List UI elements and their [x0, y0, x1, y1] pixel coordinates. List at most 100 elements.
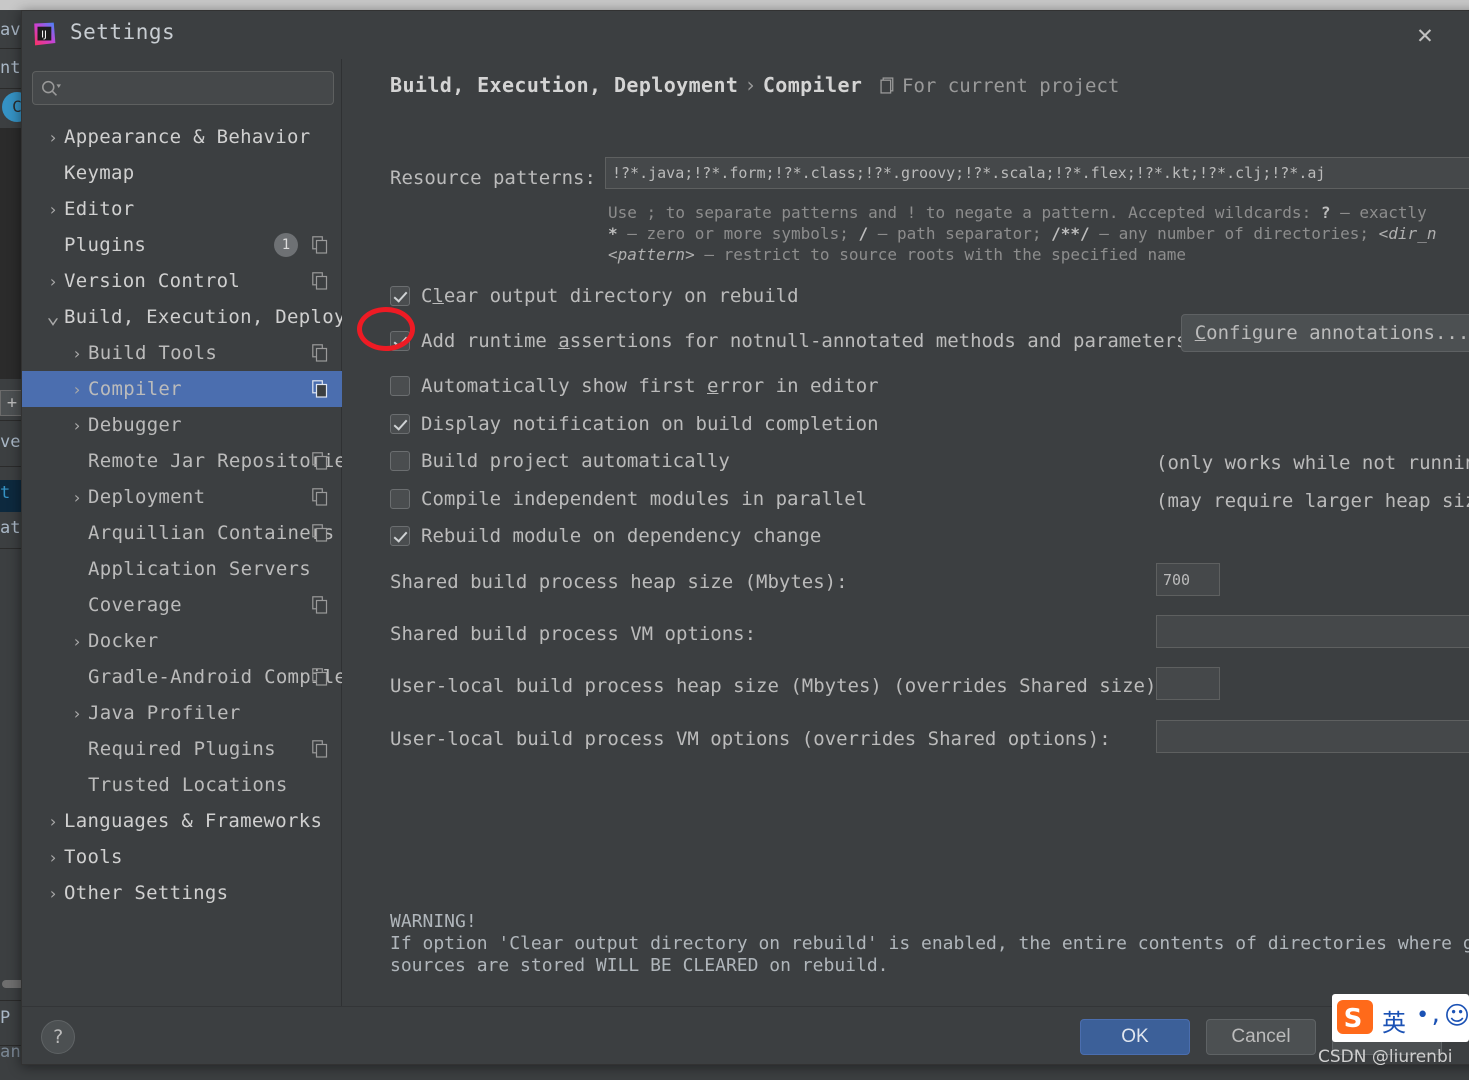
checkbox-rebuild-module-on-dependency-change[interactable]: Rebuild module on dependency change	[390, 525, 821, 547]
copy-settings-icon[interactable]	[312, 236, 328, 254]
sidebar-item-label: Compiler	[88, 378, 182, 400]
chevron-right-icon[interactable]: ›	[66, 632, 88, 651]
chevron-right-icon[interactable]: ›	[42, 884, 64, 903]
sidebar-item-version-control[interactable]: › Version Control	[22, 263, 342, 299]
help-button[interactable]: ?	[41, 1020, 75, 1054]
sidebar-item-label: Plugins	[64, 234, 147, 256]
copy-settings-icon[interactable]	[312, 740, 328, 758]
checkbox-box[interactable]	[390, 451, 410, 471]
chevron-right-icon[interactable]	[66, 668, 88, 687]
checkbox-box[interactable]	[390, 376, 410, 396]
copy-settings-icon[interactable]	[312, 596, 328, 614]
chevron-right-icon[interactable]	[66, 596, 88, 615]
hint-line2-f: — any number of directories;	[1089, 224, 1379, 243]
hint-line2-g: <dir_n	[1378, 224, 1437, 243]
sidebar-item-compiler[interactable]: › Compiler	[22, 371, 342, 407]
checkbox-box[interactable]	[390, 489, 410, 509]
field-label-0: Shared build process heap size (Mbytes):	[390, 571, 848, 593]
chevron-right-icon[interactable]: ›	[42, 848, 64, 867]
sidebar-item-docker[interactable]: › Docker	[22, 623, 342, 659]
copy-settings-icon[interactable]	[312, 452, 328, 470]
copy-settings-icon[interactable]	[312, 668, 328, 686]
chevron-right-icon[interactable]: ›	[66, 380, 88, 399]
sidebar-item-deployment[interactable]: › Deployment	[22, 479, 342, 515]
resource-patterns-input[interactable]	[605, 157, 1469, 189]
sidebar-item-tools[interactable]: › Tools	[22, 839, 342, 875]
search-input[interactable]	[32, 71, 334, 105]
checkbox-box[interactable]	[390, 414, 410, 434]
chevron-right-icon[interactable]: ›	[66, 488, 88, 507]
field-input-3[interactable]	[1156, 720, 1469, 753]
checkbox-build-project-automatically[interactable]: Build project automatically	[390, 450, 730, 472]
chevron-right-icon[interactable]	[66, 560, 88, 579]
sidebar-item-label: Keymap	[64, 162, 135, 184]
checkbox-label-mnemonic: e	[706, 375, 719, 397]
sidebar-item-arquillian-containers[interactable]: Arquillian Containers	[22, 515, 342, 551]
sidebar-item-build-tools[interactable]: › Build Tools	[22, 335, 342, 371]
checkbox-box[interactable]	[390, 331, 410, 351]
chevron-right-icon[interactable]	[66, 452, 88, 471]
copy-settings-icon[interactable]	[312, 344, 328, 362]
hint-line2-c: /	[858, 224, 869, 243]
configure-annotations-button[interactable]: Configure annotations...	[1181, 314, 1469, 352]
chevron-right-icon[interactable]	[66, 740, 88, 759]
ime-floating-toolbar[interactable]: S 英 •, ☺	[1332, 994, 1469, 1042]
cancel-button[interactable]: Cancel	[1206, 1019, 1316, 1055]
sidebar-item-keymap[interactable]: Keymap	[22, 155, 342, 191]
chevron-right-icon[interactable]	[42, 236, 64, 255]
copy-settings-icon[interactable]	[312, 524, 328, 542]
sidebar-item-debugger[interactable]: › Debugger	[22, 407, 342, 443]
checkbox-automatically-show-first-error-in-editor[interactable]: Automatically show first error in editor	[390, 375, 879, 397]
chevron-right-icon[interactable]: ›	[66, 416, 88, 435]
checkbox-box[interactable]	[390, 286, 410, 306]
field-label-2: User-local build process heap size (Mbyt…	[390, 675, 1168, 697]
checkbox-clear-output-directory-on-rebuild[interactable]: Clear output directory on rebuild	[390, 285, 799, 307]
checkbox-display-notification-on-build-completion[interactable]: Display notification on build completion	[390, 413, 879, 435]
chevron-right-icon[interactable]	[42, 164, 64, 183]
chevron-right-icon[interactable]: ›	[42, 200, 64, 219]
sidebar-item-java-profiler[interactable]: › Java Profiler	[22, 695, 342, 731]
ime-emoji-icon[interactable]: ☺	[1444, 1001, 1469, 1030]
sidebar-item-appearance-behavior[interactable]: › Appearance & Behavior	[22, 119, 342, 155]
note-build-project-automatically: (only works while not running	[1156, 452, 1469, 474]
field-input-0[interactable]	[1156, 563, 1220, 596]
sogou-logo-icon[interactable]: S	[1336, 996, 1378, 1038]
copy-settings-icon[interactable]	[312, 380, 328, 398]
copy-settings-icon[interactable]	[312, 488, 328, 506]
sidebar-item-plugins[interactable]: Plugins 1	[22, 227, 342, 263]
breadcrumb-root[interactable]: Build, Execution, Deployment	[390, 73, 738, 97]
sidebar-item-editor[interactable]: › Editor	[22, 191, 342, 227]
sidebar-item-build-execution-deployment[interactable]: ⌄Build, Execution, Deployment	[22, 299, 342, 335]
chevron-right-icon[interactable]: ›	[42, 128, 64, 147]
field-input-1[interactable]	[1156, 615, 1469, 648]
sidebar-item-gradle-android-compiler[interactable]: Gradle-Android Compiler	[22, 659, 342, 695]
close-icon[interactable]: ✕	[1407, 21, 1443, 51]
sidebar-item-label: Application Servers	[88, 558, 312, 580]
chevron-right-icon[interactable]: ›	[66, 704, 88, 723]
field-input-2[interactable]	[1156, 667, 1220, 700]
ime-punctuation-toggle[interactable]: •,	[1416, 1003, 1443, 1028]
ime-language-label[interactable]: 英	[1382, 1003, 1406, 1038]
sidebar-item-other-settings[interactable]: › Other Settings	[22, 875, 342, 911]
checkbox-box[interactable]	[390, 526, 410, 546]
intellij-idea-logo-icon: IJ	[34, 22, 56, 46]
ok-button[interactable]: OK	[1080, 1019, 1190, 1055]
sidebar-item-required-plugins[interactable]: Required Plugins	[22, 731, 342, 767]
sidebar-item-label: Trusted Locations	[88, 774, 288, 796]
sidebar-item-languages-frameworks[interactable]: › Languages & Frameworks	[22, 803, 342, 839]
checkbox-compile-independent-modules-in-parallel[interactable]: Compile independent modules in parallel	[390, 488, 867, 510]
sidebar-item-remote-jar-repositories[interactable]: Remote Jar Repositories	[22, 443, 342, 479]
chevron-right-icon[interactable]: ›	[66, 344, 88, 363]
chevron-right-icon[interactable]	[66, 524, 88, 543]
sidebar-item-trusted-locations[interactable]: Trusted Locations	[22, 767, 342, 803]
chevron-down-icon[interactable]: ⌄	[42, 306, 64, 328]
hint-line3-b: — restrict to source roots with the spec…	[694, 245, 1186, 264]
copy-settings-icon[interactable]	[312, 272, 328, 290]
sidebar-item-application-servers[interactable]: Application Servers	[22, 551, 342, 587]
checkbox-add-runtime-assertions-for-notnull-annotat[interactable]: Add runtime assertions for notnull-annot…	[390, 330, 1187, 352]
chevron-right-icon[interactable]	[66, 776, 88, 795]
chevron-right-icon[interactable]: ›	[42, 812, 64, 831]
sidebar-item-coverage[interactable]: Coverage	[22, 587, 342, 623]
checkbox-label-post: ear output directory on rebuild	[443, 285, 799, 307]
chevron-right-icon[interactable]: ›	[42, 272, 64, 291]
